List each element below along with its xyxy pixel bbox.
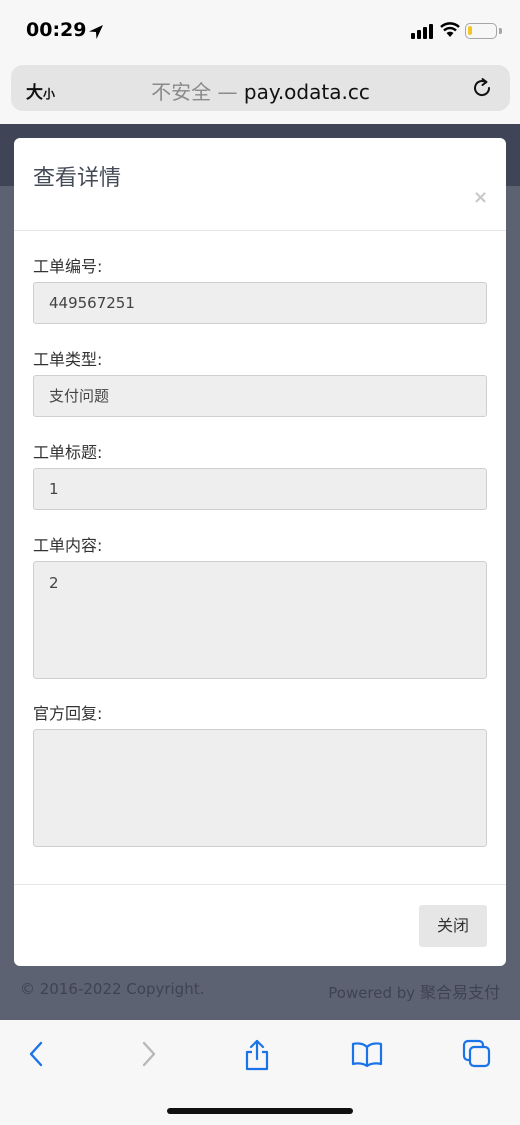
- official-reply-field[interactable]: [33, 729, 487, 847]
- powered-by-label: Powered by: [328, 984, 416, 1002]
- ticket-content-field[interactable]: 2: [33, 561, 487, 679]
- ticket-title-field[interactable]: 1: [33, 468, 487, 510]
- tabs-icon[interactable]: [461, 1038, 493, 1070]
- battery-icon: [465, 23, 497, 39]
- cellular-signal-icon: [411, 24, 433, 39]
- official-reply-label: 官方回复:: [33, 704, 103, 723]
- modal-footer-divider: [14, 884, 506, 885]
- ticket-type-label: 工单类型:: [33, 350, 103, 369]
- footer-copyright: © 2016-2022 Copyright.: [20, 980, 205, 998]
- address-bar[interactable]: 大小 不安全 — pay.odata.cc: [11, 65, 510, 111]
- location-arrow-icon: [89, 25, 103, 39]
- reload-icon[interactable]: [471, 77, 493, 99]
- share-icon[interactable]: [243, 1038, 271, 1072]
- ticket-type-field[interactable]: 支付问题: [33, 375, 487, 417]
- ticket-number-field[interactable]: 449567251: [33, 282, 487, 324]
- footer-brand-link[interactable]: 聚合易支付: [420, 983, 500, 1002]
- battery-tip: [499, 28, 502, 34]
- modal-header-divider: [14, 230, 506, 231]
- battery-level: [468, 26, 472, 35]
- ticket-content-label: 工单内容:: [33, 536, 103, 555]
- url-insecure-label: 不安全 —: [151, 80, 238, 104]
- footer-powered-by: Powered by 聚合易支付: [328, 979, 500, 1003]
- status-bar: 00:29: [0, 0, 520, 62]
- url-text[interactable]: 不安全 — pay.odata.cc: [11, 76, 510, 105]
- wifi-icon: [440, 22, 460, 37]
- browser-address-area: 大小 不安全 — pay.odata.cc: [0, 62, 520, 124]
- modal-close-icon[interactable]: ×: [473, 187, 488, 208]
- home-indicator: [167, 1108, 353, 1114]
- ticket-title-label: 工单标题:: [33, 443, 103, 462]
- status-time: 00:29: [26, 19, 87, 41]
- close-button[interactable]: 关闭: [419, 905, 487, 947]
- modal-title: 查看详情: [33, 166, 122, 191]
- bookmarks-icon[interactable]: [350, 1038, 384, 1070]
- details-modal: 查看详情 × 工单编号: 449567251 工单类型: 支付问题 工单标题: …: [14, 138, 506, 966]
- url-domain: pay.odata.cc: [243, 80, 370, 104]
- forward-icon[interactable]: [137, 1038, 159, 1070]
- ticket-number-label: 工单编号:: [33, 257, 103, 276]
- back-icon[interactable]: [26, 1038, 48, 1070]
